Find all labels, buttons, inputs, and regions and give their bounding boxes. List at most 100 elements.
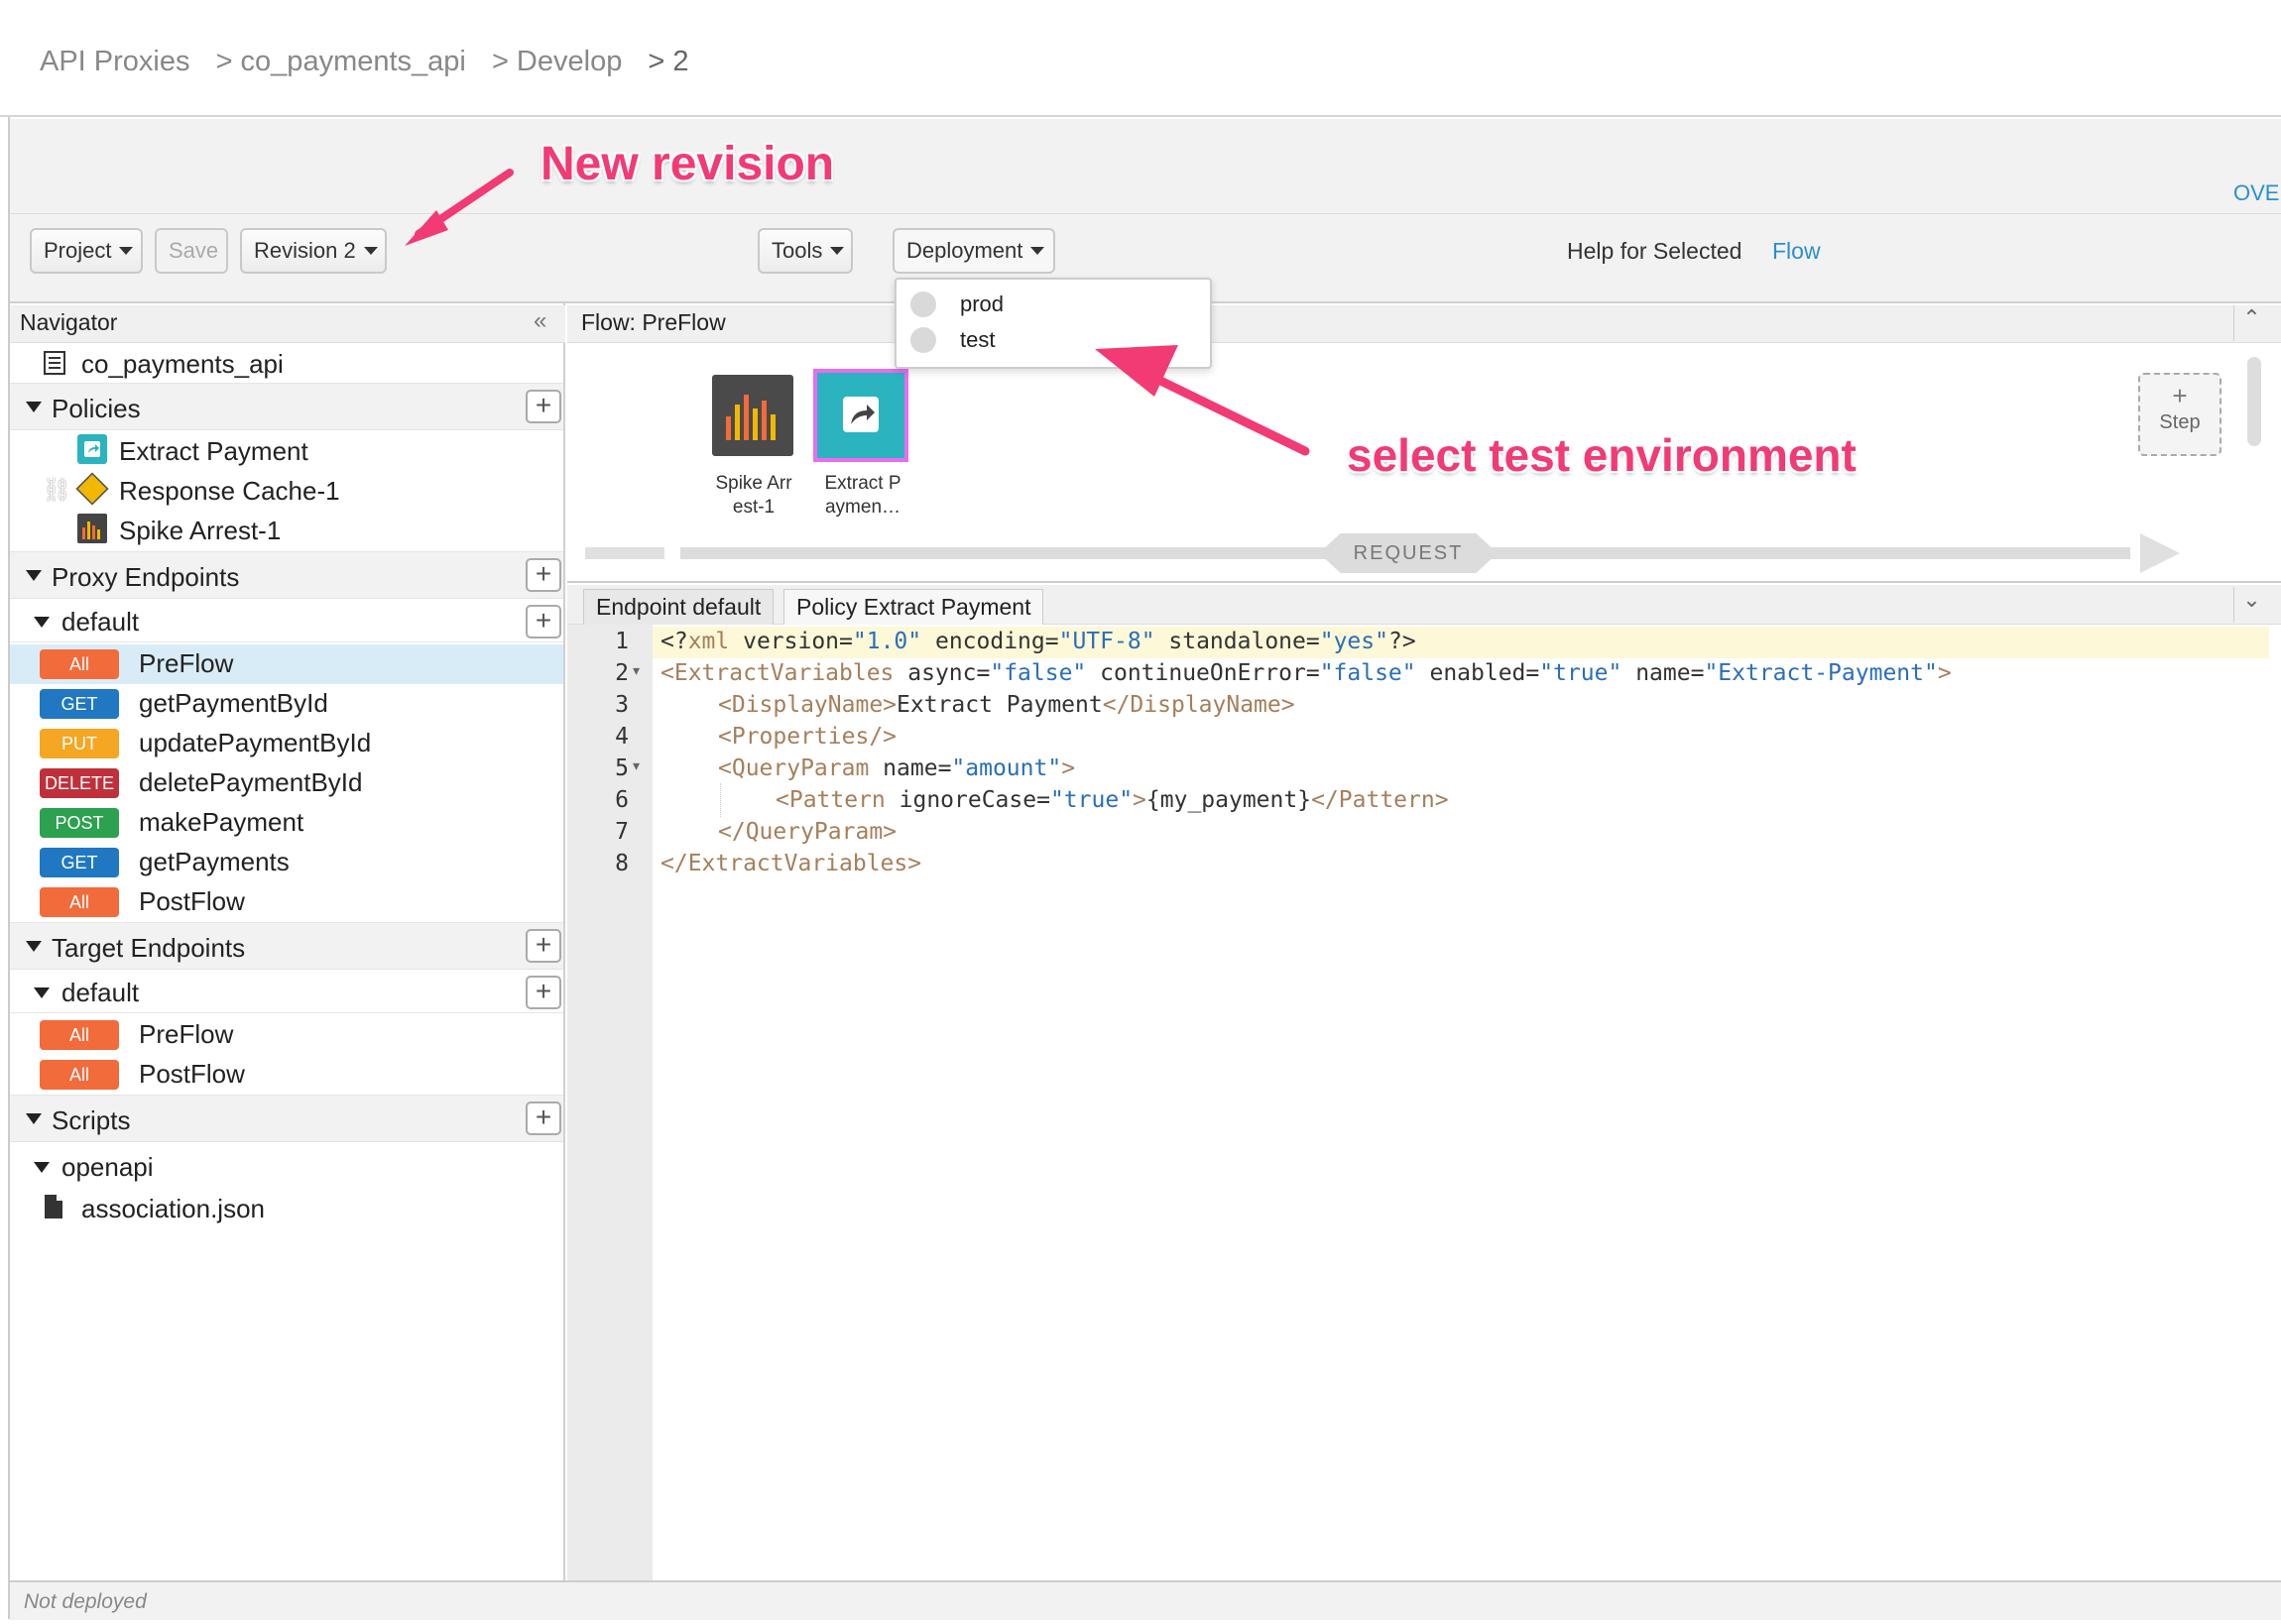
- breadcrumb: API Proxies > co_payments_api > Develop …: [40, 46, 707, 78]
- policy-row[interactable]: Spike Arrest-1: [10, 512, 563, 549]
- step-label-line: Extract P: [824, 473, 901, 494]
- policies-section[interactable]: Policies +: [10, 383, 563, 430]
- file-icon: [45, 1195, 62, 1218]
- breadcrumb-develop[interactable]: > Develop: [492, 46, 622, 77]
- add-step-button[interactable]: + Step: [2138, 373, 2221, 456]
- flow-row[interactable]: All PreFlow: [10, 1015, 563, 1055]
- code-line: <QueryParam name="amount">: [718, 755, 1076, 781]
- status-dot-icon: [910, 327, 936, 353]
- target-default-label: default: [61, 978, 140, 1007]
- help-flow-link[interactable]: Flow: [1772, 238, 1821, 265]
- line-number: 1: [615, 629, 629, 654]
- add-flow-button[interactable]: +: [526, 605, 561, 638]
- breadcrumb-proxy[interactable]: > co_payments_api: [216, 46, 466, 77]
- collapse-up-icon[interactable]: ⌃: [2233, 305, 2269, 341]
- deployment-button[interactable]: Deployment: [893, 228, 1055, 274]
- tab-policy-extract-payment[interactable]: Policy Extract Payment: [783, 589, 1044, 625]
- verb-badge: All: [40, 1020, 119, 1050]
- flow-row[interactable]: All PostFlow: [10, 882, 563, 922]
- proxy-name-row[interactable]: co_payments_api: [10, 345, 563, 383]
- tab-endpoint-default[interactable]: Endpoint default: [583, 589, 775, 625]
- flow-label: updatePaymentById: [139, 728, 372, 757]
- flow-row[interactable]: DELETE deletePaymentById: [10, 763, 563, 803]
- line-number: 7: [615, 819, 629, 845]
- flow-row[interactable]: POST makePayment: [10, 803, 563, 843]
- add-script-button[interactable]: +: [526, 1102, 561, 1135]
- code-line: <ExtractVariables async="false" continue…: [660, 660, 1952, 686]
- flow-label: PreFlow: [139, 648, 234, 678]
- request-label: REQUEST: [1319, 533, 1498, 573]
- flow-title: Flow: PreFlow: [581, 309, 726, 335]
- flow-label: PreFlow: [139, 1019, 234, 1049]
- verb-badge: All: [40, 887, 119, 917]
- breadcrumb-api-proxies[interactable]: API Proxies: [40, 46, 190, 77]
- add-target-endpoint-button[interactable]: +: [526, 929, 561, 963]
- proxy-default-label: default: [61, 607, 140, 637]
- add-flow-button[interactable]: +: [526, 976, 561, 1009]
- step-label-line: Spike Arr: [715, 473, 792, 494]
- verb-badge: DELETE: [40, 768, 119, 798]
- app-root: API Proxies > co_payments_api > Develop …: [0, 0, 2281, 1624]
- target-endpoints-label: Target Endpoints: [52, 933, 246, 963]
- caret-down-icon: [119, 247, 134, 255]
- policy-row[interactable]: ⛓ Response Cache-1: [10, 472, 563, 510]
- step-label: Step: [2159, 411, 2201, 433]
- policy-label: Spike Arrest-1: [119, 516, 282, 545]
- extract-payment-step-label: Extract P aymen…: [813, 472, 912, 520]
- fold-icon[interactable]: ▾: [633, 662, 640, 679]
- caret-down-icon: [1030, 247, 1045, 255]
- deployment-option-prod[interactable]: prod: [897, 286, 1210, 323]
- deployment-label: Deployment: [906, 238, 1023, 263]
- navigator-header: Navigator «: [10, 305, 565, 343]
- policy-row[interactable]: Extract Payment: [10, 432, 563, 470]
- expand-triangle-icon: [26, 941, 42, 952]
- flow-row[interactable]: GET getPaymentById: [10, 684, 563, 724]
- code-line: <?xml version="1.0" encoding="UTF-8" sta…: [660, 629, 1416, 654]
- vertical-scrollbar[interactable]: [2247, 357, 2261, 446]
- target-endpoints-section[interactable]: Target Endpoints +: [10, 922, 563, 970]
- file-label: association.json: [81, 1194, 265, 1223]
- save-button[interactable]: Save: [155, 228, 228, 274]
- spike-arrest-step-label: Spike Arr est-1: [704, 472, 803, 520]
- file-row[interactable]: association.json: [10, 1190, 563, 1229]
- annotation-arrow-icon: [1095, 345, 1310, 456]
- proxy-endpoints-section[interactable]: Proxy Endpoints +: [10, 551, 563, 599]
- fold-icon[interactable]: ▾: [633, 757, 640, 774]
- project-label: Project: [44, 238, 112, 263]
- status-bar: Not deployed: [10, 1580, 2281, 1620]
- expand-triangle-icon: [26, 1113, 42, 1124]
- collapse-icon[interactable]: «: [534, 307, 546, 335]
- breadcrumb-revision: > 2: [648, 46, 689, 77]
- flow-row[interactable]: PUT updatePaymentById: [10, 724, 563, 763]
- project-button[interactable]: Project: [30, 228, 143, 274]
- expand-triangle-icon: [26, 570, 42, 581]
- extract-variables-icon: [77, 434, 107, 464]
- spike-arrest-icon: [77, 514, 107, 543]
- spike-arrest-step-icon[interactable]: [712, 375, 793, 456]
- line-number: 3: [615, 692, 629, 718]
- extract-payment-step-icon[interactable]: [813, 369, 908, 462]
- flow-row[interactable]: GET getPayments: [10, 843, 563, 882]
- flow-row[interactable]: All PostFlow: [10, 1055, 563, 1095]
- flow-row-preflow[interactable]: All PreFlow: [10, 644, 563, 684]
- scripts-section[interactable]: Scripts +: [10, 1095, 563, 1142]
- openapi-label: openapi: [61, 1152, 154, 1182]
- openapi-row[interactable]: openapi: [10, 1148, 563, 1188]
- add-proxy-endpoint-button[interactable]: +: [526, 558, 561, 592]
- flow-label: deletePaymentById: [139, 767, 363, 797]
- indent-guide: [720, 783, 721, 817]
- collapse-down-icon[interactable]: ⌄: [2233, 587, 2269, 623]
- proxy-default-row[interactable]: default +: [10, 601, 563, 642]
- code-line: <DisplayName>Extract Payment</DisplayNam…: [718, 692, 1295, 718]
- verb-badge: GET: [40, 848, 119, 877]
- top-band: [10, 119, 2281, 214]
- line-number: 6: [615, 787, 629, 813]
- help-text: Help for Selected: [1567, 238, 1742, 264]
- add-policy-button[interactable]: +: [526, 390, 561, 423]
- tools-button[interactable]: Tools: [758, 228, 853, 274]
- request-rail: [585, 547, 664, 559]
- overview-link[interactable]: OVE: [2233, 180, 2279, 206]
- flow-header: Flow: PreFlow ⌃: [567, 305, 2281, 343]
- target-default-row[interactable]: default +: [10, 972, 563, 1013]
- revision-button[interactable]: Revision 2: [240, 228, 387, 274]
